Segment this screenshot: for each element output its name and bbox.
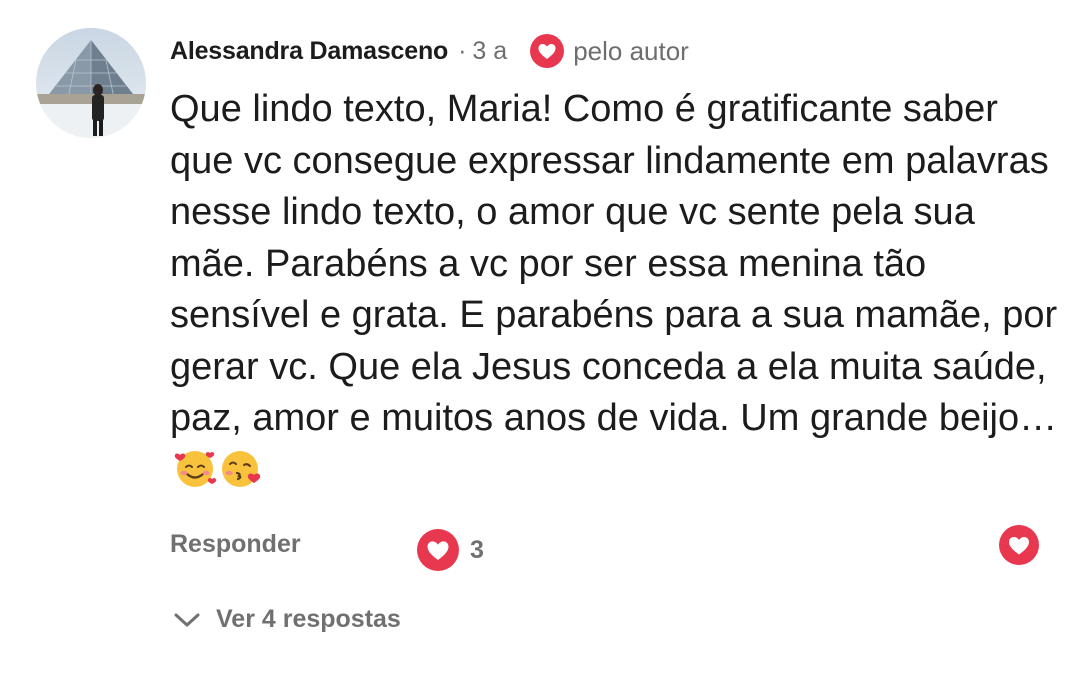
liked-by-author-label: pelo autor xyxy=(573,35,689,66)
avatar[interactable] xyxy=(36,28,146,138)
time-ago: 3 a xyxy=(472,36,508,65)
like-button[interactable] xyxy=(998,524,1040,566)
smiling-face-with-hearts-icon xyxy=(174,451,217,488)
comment-text: Que lindo texto, Maria! Como é gratifica… xyxy=(170,84,1060,498)
like-count-group[interactable]: 3 xyxy=(416,528,484,572)
chevron-down-icon xyxy=(174,613,200,626)
like-count: 3 xyxy=(470,535,484,564)
emoji-group xyxy=(172,445,264,498)
heart-icon xyxy=(417,529,459,571)
author-name[interactable]: Alessandra Damasceno xyxy=(170,37,448,66)
timestamp: · 3 a xyxy=(458,37,507,66)
heart-icon xyxy=(530,34,565,68)
comment-actions: Responder 3 xyxy=(170,525,1040,571)
comment-body: Que lindo texto, Maria! Como é gratifica… xyxy=(170,88,1058,439)
reply-button[interactable]: Responder xyxy=(170,530,301,559)
avatar-photo xyxy=(36,28,146,138)
face-blowing-a-kiss-icon xyxy=(222,451,261,488)
view-replies-label: Ver 4 respostas xyxy=(216,605,401,633)
comment-header: Alessandra Damasceno · 3 a pelo autor xyxy=(170,30,689,72)
view-replies-button[interactable]: Ver 4 respostas xyxy=(172,605,401,634)
separator: · xyxy=(458,36,467,65)
